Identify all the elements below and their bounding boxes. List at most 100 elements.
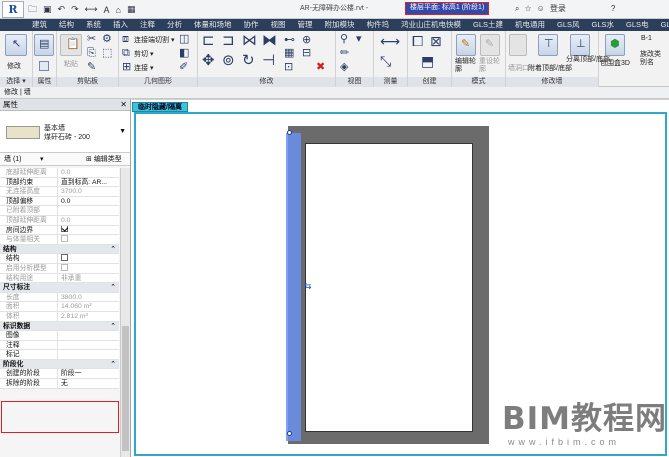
selected-wall[interactable]: [286, 133, 301, 441]
measure-icon[interactable]: ⟷: [85, 4, 98, 15]
app-menu-button[interactable]: R: [2, 1, 24, 18]
tab-structure[interactable]: 结构: [53, 19, 80, 31]
window-icon[interactable]: ▦: [127, 4, 136, 15]
paint-icon[interactable]: ⬚: [102, 48, 112, 59]
text-icon[interactable]: A: [104, 5, 110, 15]
delete-icon[interactable]: ✖: [316, 62, 325, 73]
tab-gls-water[interactable]: GLS水: [586, 19, 621, 31]
linework-icon[interactable]: ✏: [340, 48, 349, 59]
collapse-icon[interactable]: ⌃: [110, 245, 116, 255]
create-assembly-icon[interactable]: ⊠: [430, 34, 442, 48]
join-button[interactable]: 连接 ▾: [134, 63, 153, 73]
trim-icon[interactable]: ⊣: [262, 53, 275, 68]
match-icon[interactable]: ✎: [87, 62, 96, 73]
cut-connect-button[interactable]: 连接端切割 ▾: [134, 35, 174, 45]
property-value[interactable]: [58, 254, 119, 263]
property-value[interactable]: 0.0: [58, 197, 119, 206]
section-title[interactable]: 阶段化: [0, 360, 119, 369]
split-face-icon[interactable]: ◫: [179, 34, 189, 45]
copy-icon[interactable]: ⎘: [87, 48, 96, 59]
unpin-icon[interactable]: ⊟: [302, 48, 311, 59]
scissors-icon[interactable]: ✂: [87, 34, 96, 45]
collapse-icon[interactable]: ⌃: [110, 283, 116, 293]
cope-icon[interactable]: ⚙: [102, 34, 112, 45]
wall-end-grip[interactable]: [287, 130, 292, 135]
rotate-icon[interactable]: ↻: [242, 53, 255, 68]
tab-gls-air[interactable]: GLS风: [551, 19, 586, 31]
user-icon[interactable]: ☺: [537, 4, 545, 13]
tab-architecture[interactable]: 建筑: [26, 19, 53, 31]
scale-icon[interactable]: ⊡: [284, 62, 293, 73]
cut-icon[interactable]: ⧉: [122, 48, 130, 59]
demolish-icon[interactable]: ✐: [179, 62, 188, 73]
redo-icon[interactable]: ↷: [71, 4, 79, 15]
create-group-icon[interactable]: ⧠: [412, 34, 423, 48]
reset-profile-button[interactable]: ✎: [480, 34, 500, 56]
section-title[interactable]: 结构: [0, 245, 119, 254]
login-link[interactable]: 登录: [550, 3, 566, 14]
array-icon[interactable]: ▦: [284, 48, 294, 59]
property-value[interactable]: [58, 225, 119, 235]
binoculars-icon[interactable]: ⌕: [515, 4, 519, 14]
close-icon[interactable]: ✕: [120, 99, 127, 111]
pin-icon[interactable]: ⊕: [302, 35, 311, 46]
tab-addins[interactable]: 附加模块: [319, 19, 361, 31]
hide-icon[interactable]: ◈: [340, 62, 348, 73]
tab-gls-drawing[interactable]: GLS出图: [655, 19, 669, 31]
envelope3d-button[interactable]: ⬢: [605, 34, 625, 56]
collapse-icon[interactable]: ⌃: [110, 360, 116, 370]
edit-profile-button[interactable]: ✎: [456, 34, 476, 56]
chevron-down-icon[interactable]: ▼: [119, 128, 126, 135]
type-selector[interactable]: 基本墙 煤矸石砖 - 200 ▼: [0, 111, 130, 153]
modify-button[interactable]: ↖: [5, 34, 27, 56]
offset-icon[interactable]: ⊐: [222, 33, 235, 48]
change-type-icon[interactable]: B-1: [641, 35, 652, 42]
cut-geometry-icon[interactable]: ⧈: [122, 34, 129, 45]
tab-manage[interactable]: 管理: [292, 19, 319, 31]
tab-insert[interactable]: 插入: [107, 19, 134, 31]
property-value[interactable]: 直到标高: AR...: [58, 178, 119, 187]
star-icon[interactable]: ☆: [524, 4, 531, 13]
view-dropdown-icon[interactable]: ▾: [356, 34, 362, 45]
panel-select-label[interactable]: 选择 ▾: [0, 77, 32, 87]
mirror-axis-icon[interactable]: ⋈: [242, 33, 257, 48]
type-properties-icon[interactable]: [39, 61, 49, 71]
chevron-down-icon[interactable]: ▾: [40, 153, 44, 166]
create-similar-icon[interactable]: ⬒: [421, 54, 434, 68]
measure-distance-icon[interactable]: ⟷: [380, 34, 400, 48]
change-type-button[interactable]: 族改类别名: [640, 51, 666, 67]
tab-systems[interactable]: 系统: [80, 19, 107, 31]
flip-arrows-icon[interactable]: ⇆: [304, 281, 312, 292]
tab-analyze[interactable]: 分析: [161, 19, 188, 31]
tab-mep-general[interactable]: 机电通用: [509, 19, 551, 31]
properties-scrollbar[interactable]: [120, 168, 130, 457]
align-icon[interactable]: ⊏: [202, 33, 215, 48]
edit-type-button[interactable]: ⊞ 编辑类型: [86, 153, 122, 166]
open-icon[interactable]: 🗀: [28, 2, 37, 18]
properties-button[interactable]: ▤: [34, 34, 54, 56]
tab-view[interactable]: 视图: [265, 19, 292, 31]
checkbox[interactable]: [61, 254, 68, 262]
tab-component-dock[interactable]: 构件坞: [361, 19, 396, 31]
section-title[interactable]: 尺寸标注: [0, 283, 119, 292]
tab-massing[interactable]: 体量和场地: [188, 19, 238, 31]
checkbox[interactable]: [61, 225, 68, 233]
tab-gls-civil[interactable]: GLS土建: [467, 19, 509, 31]
property-value[interactable]: 无: [58, 379, 119, 388]
property-value[interactable]: [58, 341, 119, 350]
detach-button[interactable]: ⊥: [570, 34, 590, 56]
tab-annotate[interactable]: 注释: [134, 19, 161, 31]
tab-gls-elec[interactable]: GLS电: [620, 19, 655, 31]
move-icon[interactable]: ✥: [202, 53, 215, 68]
dimension-icon[interactable]: ⤡: [380, 54, 391, 68]
section-title[interactable]: 标识数据: [0, 322, 119, 331]
attach-button[interactable]: ⊤: [538, 34, 558, 56]
split-icon[interactable]: ⊷: [284, 35, 295, 46]
save-icon[interactable]: ▣: [43, 4, 52, 15]
cut-button[interactable]: 剪切 ▾: [134, 49, 153, 59]
override-icon[interactable]: ⚲: [340, 34, 348, 45]
wall-opening-button[interactable]: [509, 34, 527, 56]
collapse-icon[interactable]: ⌃: [110, 322, 116, 332]
wall-end-grip[interactable]: [287, 431, 292, 436]
scrollbar-thumb[interactable]: [122, 326, 129, 451]
